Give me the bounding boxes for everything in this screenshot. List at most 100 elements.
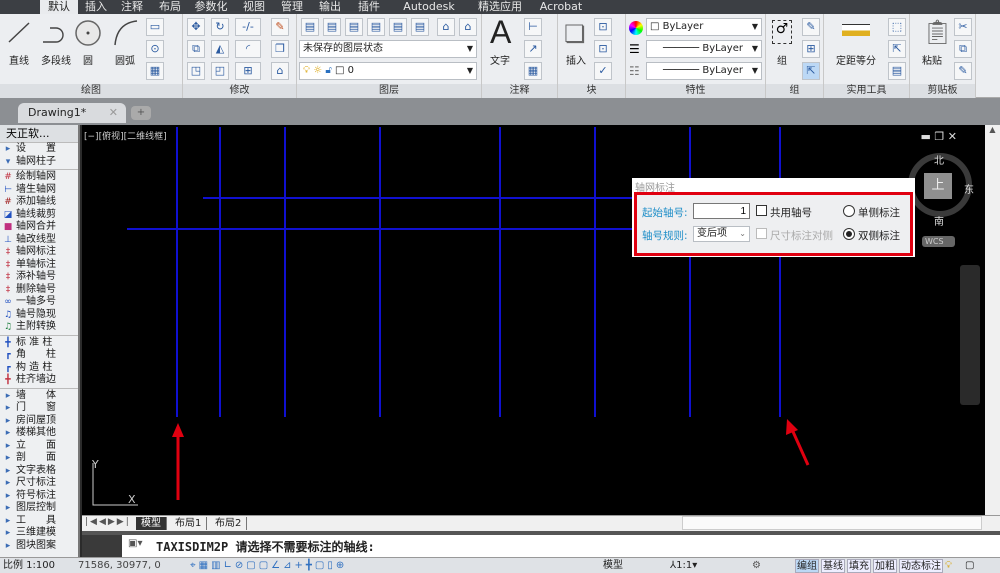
palette-item[interactable]: ∞ 一轴多号	[0, 296, 78, 309]
palette-item[interactable]: ⊥ 轴改线型	[0, 234, 78, 247]
match-properties-icon[interactable]: ✎	[954, 62, 972, 80]
vertical-scrollbar[interactable]: ▲	[985, 125, 1000, 515]
tab-layout1[interactable]: 布局1	[170, 517, 208, 530]
layer-match-icon[interactable]: ⌂	[437, 18, 455, 36]
menu-tab[interactable]: 默认	[40, 0, 78, 14]
menu-tab[interactable]: 精选应用	[472, 0, 528, 14]
palette-item[interactable]: ┏ 角 柱	[0, 349, 78, 362]
scroll-up-icon[interactable]: ▲	[985, 125, 1000, 134]
menu-tab[interactable]: 视图	[237, 0, 271, 14]
layers-panel-label[interactable]: 图层	[297, 84, 481, 98]
properties-panel-label[interactable]: 特性	[626, 84, 765, 98]
menu-tab[interactable]: 注释	[115, 0, 149, 14]
menu-tab[interactable]: Acrobat	[535, 0, 587, 14]
rotate-icon[interactable]: ↻	[211, 18, 229, 36]
menu-tab[interactable]: 输出	[313, 0, 347, 14]
status-toggle[interactable]: 动态标注	[899, 559, 943, 573]
mirror-icon[interactable]: ◭	[211, 40, 229, 58]
text-button[interactable]: 文字	[488, 52, 512, 67]
layer-isolate-icon[interactable]: ▤	[367, 18, 385, 36]
scale-select[interactable]: 比例 1:100	[3, 558, 55, 573]
scale-icon[interactable]: ◰	[211, 62, 229, 80]
layer-select[interactable]: 💡︎ ☼ 🔓︎ □ 0 ▼	[299, 62, 477, 80]
workspace-icon[interactable]: ⚙	[752, 558, 761, 573]
rectangle-icon[interactable]: ▭	[146, 18, 164, 36]
linetype-select[interactable]: ────── ByLayer ▼	[646, 40, 762, 58]
palette-item[interactable]: ▸ 三维建模	[0, 527, 78, 540]
copy-clip-icon[interactable]: ⧉	[954, 40, 972, 58]
palette-item[interactable]: ▸ 门 窗	[0, 402, 78, 415]
trim-icon[interactable]: -/-	[235, 18, 261, 36]
tab-navigation-arrows[interactable]: |◀◀▶▶|	[85, 517, 131, 527]
close-icon[interactable]: ✕	[948, 130, 957, 143]
status-toggle[interactable]: 填充	[847, 559, 871, 573]
ellipse-icon[interactable]: ⊙	[146, 40, 164, 58]
palette-item[interactable]: ▾ 轴网柱子	[0, 156, 78, 169]
id-point-icon[interactable]: ⬚	[888, 18, 906, 36]
layer-state-icon[interactable]: ▤	[323, 18, 341, 36]
layer-lock-icon[interactable]: ▤	[411, 18, 429, 36]
minimize-icon[interactable]: ▬	[921, 130, 931, 143]
viewcube-north[interactable]: 北	[934, 152, 944, 167]
palette-item[interactable]: ‡ 删除轴号	[0, 284, 78, 297]
palette-item[interactable]: ♫ 主附转换	[0, 321, 78, 334]
menu-tab[interactable]: 插入	[80, 0, 112, 14]
new-tab-icon[interactable]: +	[131, 106, 151, 120]
annotation-panel-label[interactable]: 注释	[482, 84, 557, 98]
modify-panel-label[interactable]: 修改	[183, 84, 296, 98]
palette-item[interactable]: ▸ 图块图案	[0, 540, 78, 553]
drafting-toggles[interactable]: ⌖▦▥∟⊘▢▢∠⊿+╋▢▯⊕	[190, 558, 347, 573]
dimension-icon[interactable]: ⊢	[524, 18, 542, 36]
palette-item[interactable]: ▸ 立 面	[0, 440, 78, 453]
palette-item[interactable]: ▸ 尺寸标注	[0, 477, 78, 490]
palette-item[interactable]: ┏ 构 造 柱	[0, 362, 78, 375]
tab-model[interactable]: 模型	[136, 517, 167, 530]
array-icon[interactable]: ⊞	[235, 62, 261, 80]
menu-tab[interactable]: 布局	[153, 0, 187, 14]
layer-previous-icon[interactable]: ⌂	[459, 18, 477, 36]
calculator-icon[interactable]: ▤	[888, 62, 906, 80]
utilities-panel-label[interactable]: 实用工具	[824, 84, 909, 98]
fillet-icon[interactable]: ◜	[235, 40, 261, 58]
layer-state-select[interactable]: 未保存的图层状态 ▼	[299, 40, 477, 58]
create-block-icon[interactable]: ⊡	[594, 18, 612, 36]
axis-rule-select[interactable]: 变后项 ⌄	[693, 226, 750, 242]
polyline-button[interactable]: 多段线	[36, 52, 76, 67]
navigation-bar[interactable]	[960, 265, 980, 405]
palette-item[interactable]: ▸ 剖 面	[0, 452, 78, 465]
layer-freeze-icon[interactable]: ▤	[389, 18, 407, 36]
lineweight-select[interactable]: ────── ByLayer ▼	[646, 62, 762, 80]
quick-select-icon[interactable]: ⇱	[888, 40, 906, 58]
layer-off-icon[interactable]: ▤	[345, 18, 363, 36]
palette-item[interactable]: ▸ 设 置	[0, 143, 78, 156]
command-prompt-icon[interactable]: ▣▾	[128, 538, 142, 549]
draw-panel-label[interactable]: 绘图	[0, 84, 182, 98]
tab-layout2[interactable]: 布局2	[210, 517, 248, 530]
clipboard-panel-label[interactable]: 剪贴板	[910, 84, 975, 98]
stretch-icon[interactable]: ◳	[187, 62, 205, 80]
group-selection-icon[interactable]: ⇱	[802, 62, 820, 80]
palette-item[interactable]: ╋ 柱齐墙边	[0, 374, 78, 387]
group-button[interactable]: 组	[772, 52, 792, 67]
menu-tab[interactable]: 插件	[352, 0, 386, 14]
paste-button[interactable]: 粘贴	[918, 52, 946, 67]
move-icon[interactable]: ✥	[187, 18, 205, 36]
table-icon[interactable]: ▦	[524, 62, 542, 80]
palette-item[interactable]: ▸ 墙 体	[0, 390, 78, 403]
insert-button[interactable]: 插入	[562, 52, 590, 67]
palette-item[interactable]: ▸ 楼梯其他	[0, 427, 78, 440]
ungroup-icon[interactable]: ✎	[802, 18, 820, 36]
single-side-radio[interactable]	[843, 205, 855, 217]
palette-item[interactable]: # 绘制轴网	[0, 171, 78, 184]
status-toggle[interactable]: 编组	[795, 559, 819, 573]
palette-item[interactable]: ■ 轴网合并	[0, 221, 78, 234]
viewcube-east[interactable]: 东	[964, 181, 974, 196]
status-toggle[interactable]: 基线	[821, 559, 845, 573]
palette-item[interactable]: ▸ 图层控制	[0, 502, 78, 515]
hatch-icon[interactable]: ▦	[146, 62, 164, 80]
copy-icon[interactable]: ⧉	[187, 40, 205, 58]
palette-item[interactable]: ‡ 单轴标注	[0, 259, 78, 272]
layer-properties-icon[interactable]: ▤	[301, 18, 319, 36]
viewcube-south[interactable]: 南	[934, 213, 944, 228]
double-side-radio[interactable]	[843, 228, 855, 240]
